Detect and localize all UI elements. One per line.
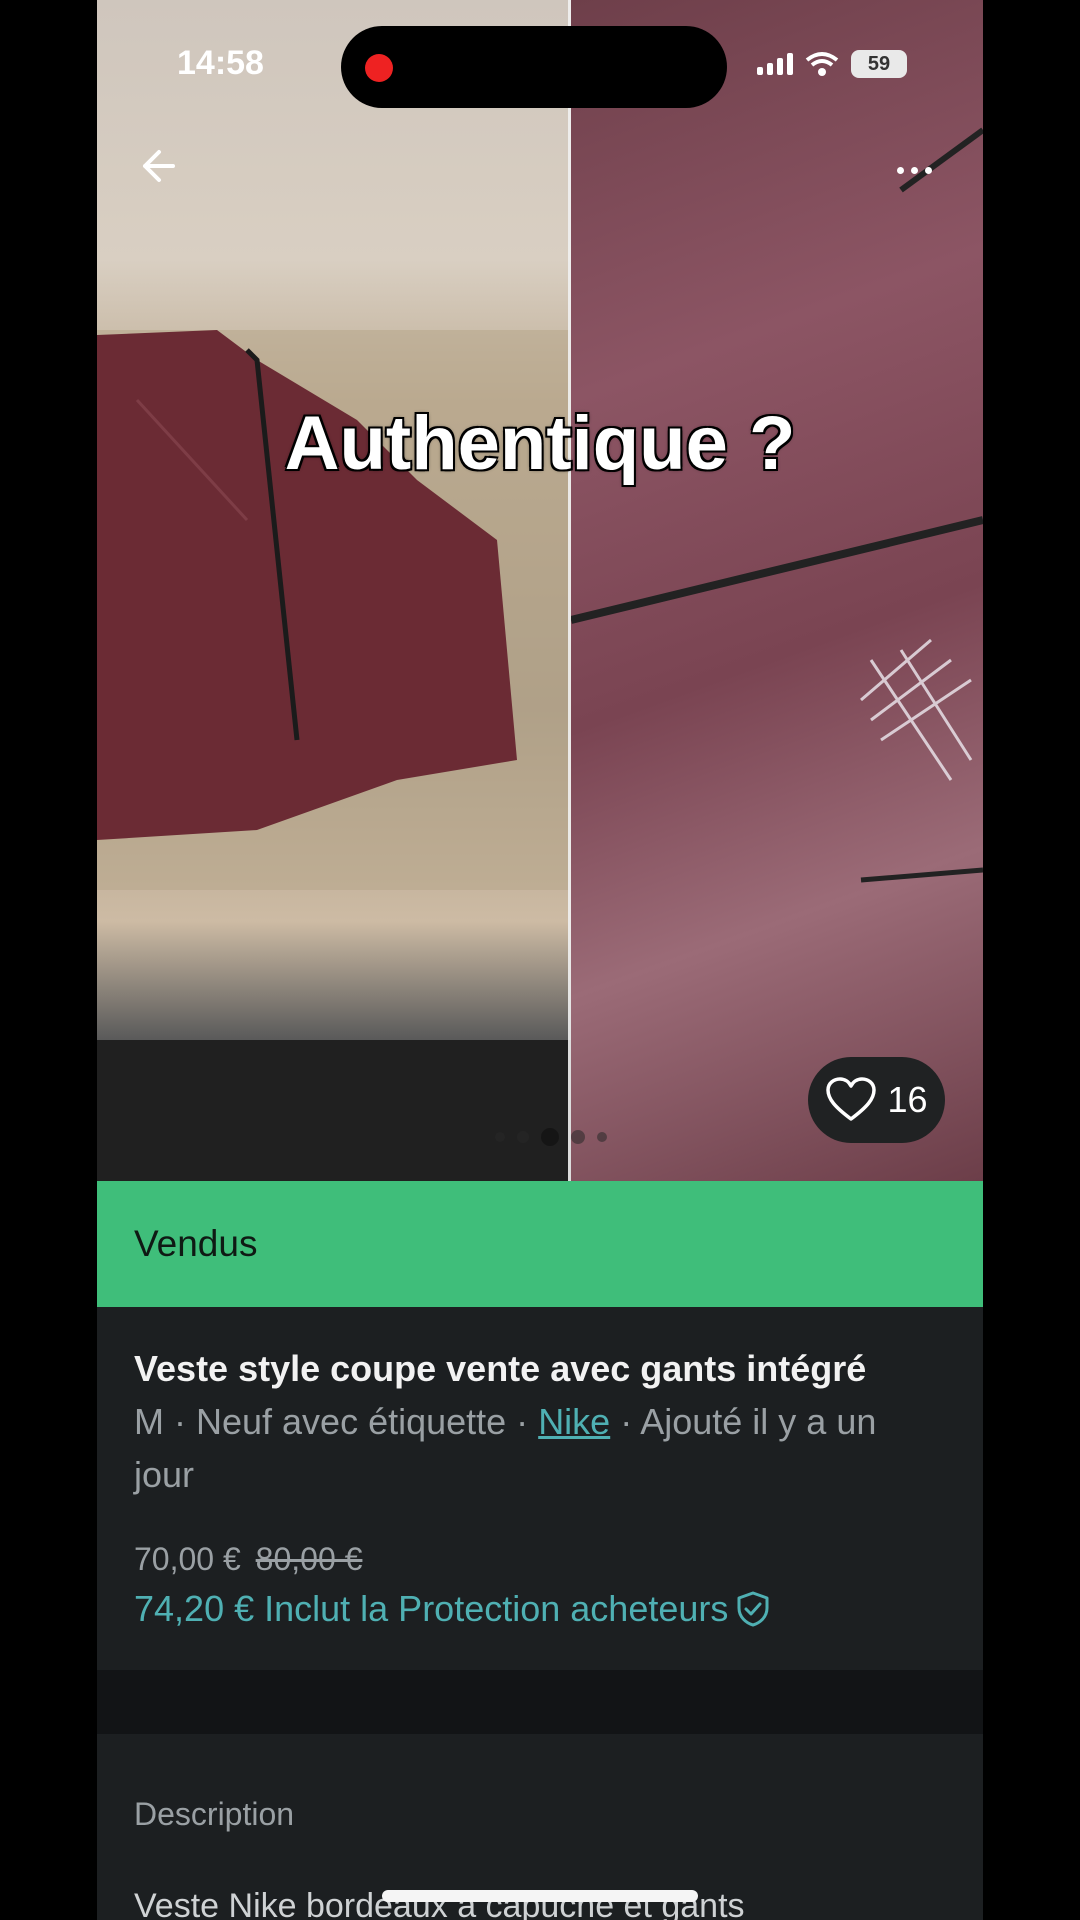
- item-title: Veste style coupe vente avec gants intég…: [134, 1348, 867, 1389]
- heart-icon: [826, 1077, 877, 1121]
- home-indicator[interactable]: [382, 1890, 698, 1902]
- brand-link[interactable]: Nike: [538, 1401, 610, 1442]
- recording-dot-icon: [365, 54, 393, 82]
- back-arrow-icon[interactable]: [137, 146, 177, 186]
- status-time: 14:58: [177, 44, 264, 82]
- shield-check-icon: [737, 1591, 769, 1627]
- photo-pager[interactable]: [495, 1128, 607, 1146]
- favourite-button[interactable]: 16: [808, 1057, 945, 1143]
- pager-dot-active[interactable]: [541, 1128, 559, 1146]
- pager-dot[interactable]: [495, 1132, 505, 1142]
- item-info: Veste style coupe vente avec gants intég…: [97, 1307, 983, 1670]
- photo-divider: [568, 0, 571, 1181]
- pager-dot[interactable]: [571, 1130, 585, 1144]
- item-photo[interactable]: 14:58 59 Authentique ? 16: [97, 0, 983, 1181]
- more-icon[interactable]: [897, 150, 945, 190]
- item-price: 70,00 €: [134, 1541, 241, 1577]
- wifi-icon: [805, 52, 839, 76]
- pager-dot[interactable]: [597, 1132, 607, 1142]
- battery-icon: 59: [851, 50, 907, 78]
- price-row: 70,00 € 80,00 €: [134, 1541, 946, 1578]
- sold-label: Vendus: [134, 1223, 258, 1264]
- overlay-caption: Authentique ?: [284, 401, 796, 486]
- signal-icon: [757, 53, 793, 75]
- buyer-protection-price[interactable]: 74,20 € Inclut la Protection acheteurs: [134, 1588, 946, 1630]
- favourite-count: 16: [887, 1079, 928, 1120]
- section-gap: [97, 1670, 983, 1734]
- app-screen: 14:58 59 Authentique ? 16 Vendus Veste s…: [97, 0, 983, 1920]
- protection-price-text: 74,20 € Inclut la Protection acheteurs: [134, 1588, 729, 1629]
- item-old-price: 80,00 €: [255, 1541, 363, 1577]
- item-meta: M · Neuf avec étiquette · Nike · Ajouté …: [134, 1395, 946, 1501]
- pager-dot[interactable]: [517, 1131, 529, 1143]
- item-meta-prefix: M · Neuf avec étiquette ·: [134, 1401, 539, 1442]
- dynamic-island: [341, 26, 727, 108]
- status-icons: 59: [757, 50, 907, 78]
- description-title: Description: [134, 1796, 295, 1832]
- sold-banner: Vendus: [97, 1181, 983, 1307]
